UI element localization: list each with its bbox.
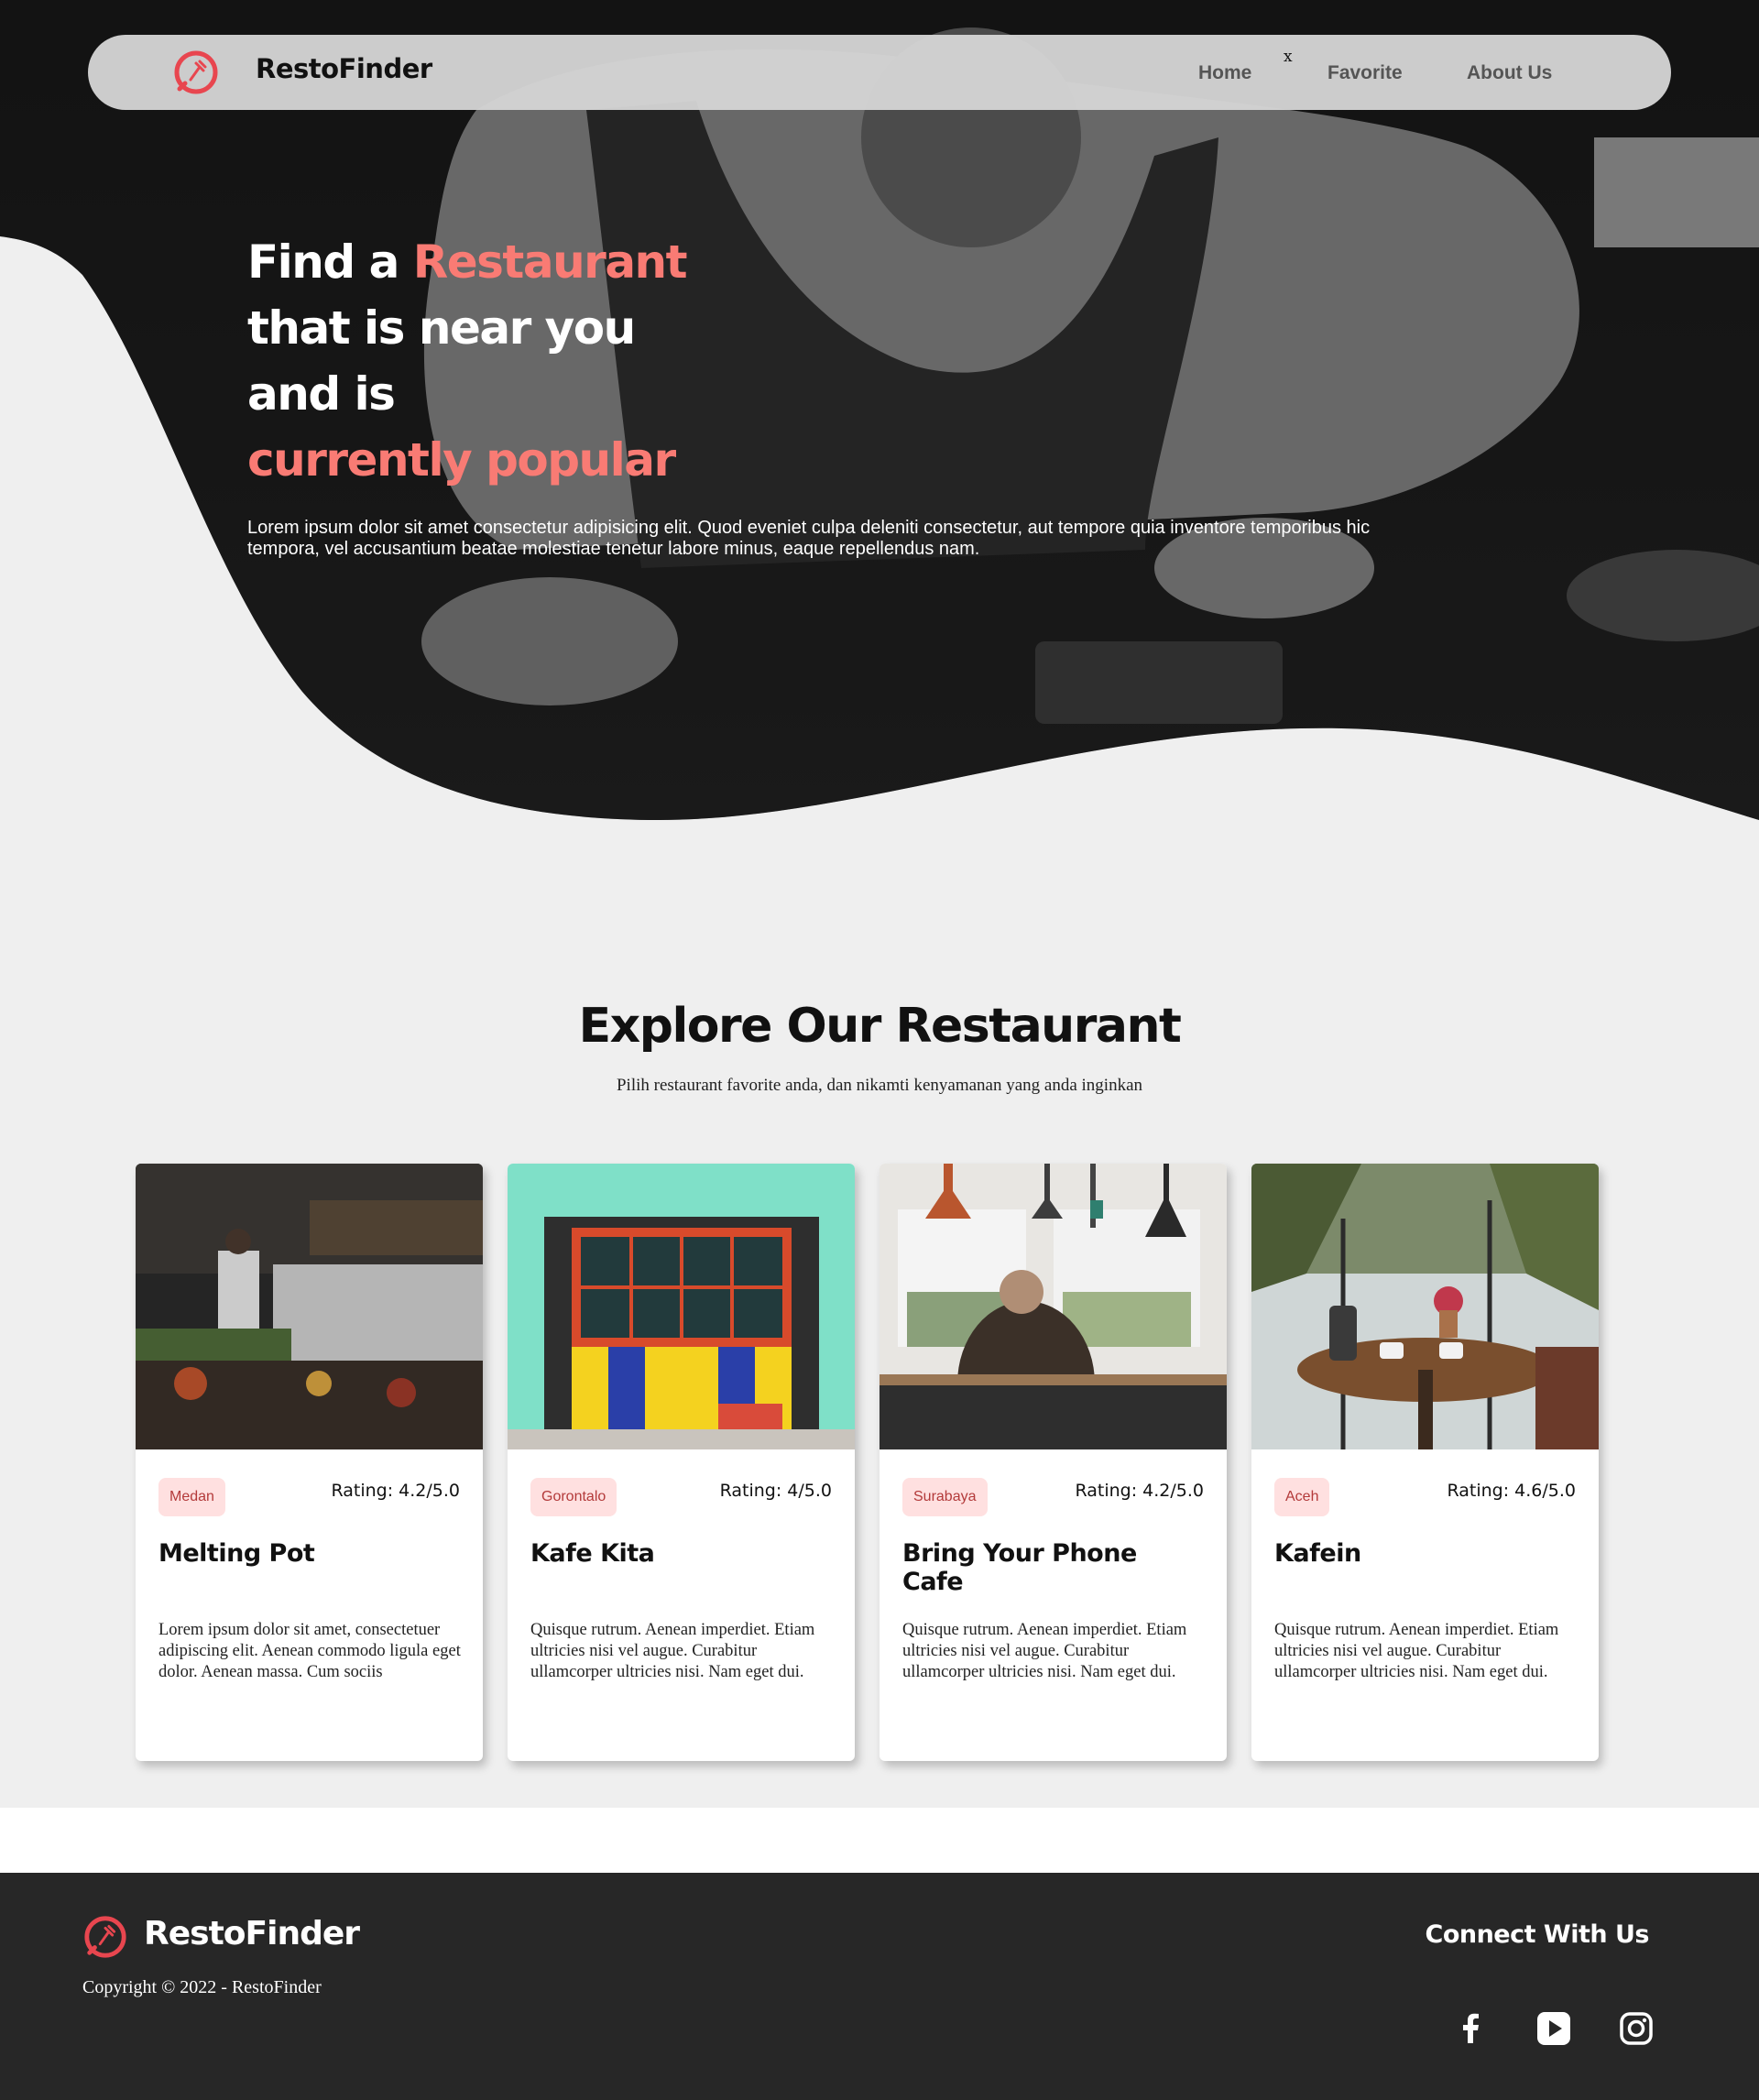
- city-badge: Medan: [158, 1478, 225, 1516]
- restaurant-name[interactable]: Kafe Kita: [530, 1539, 833, 1568]
- youtube-icon[interactable]: [1535, 2010, 1572, 2047]
- restaurant-image: [880, 1164, 1227, 1449]
- nav-link-favorite[interactable]: Favorite: [1327, 62, 1403, 84]
- city-badge: Aceh: [1274, 1478, 1330, 1516]
- fork-knife-icon[interactable]: [172, 49, 220, 96]
- hero-title: Find a Restaurant that is near you and i…: [247, 229, 760, 493]
- restaurant-description: Lorem ipsum dolor sit amet, consectetuer…: [158, 1621, 461, 1681]
- restaurant-card[interactable]: Gorontalo Rating: 4/5.0 Kafe Kita Quisqu…: [508, 1164, 855, 1761]
- instagram-icon[interactable]: [1618, 2010, 1655, 2047]
- explore-title: Explore Our Restaurant: [578, 999, 1182, 1054]
- restaurant-description: Quisque rutrum. Aenean imperdiet. Etiam …: [530, 1621, 815, 1681]
- footer: RestoFinder Copyright © 2022 - RestoFind…: [0, 1873, 1759, 2100]
- restaurant-card[interactable]: Medan Rating: 4.2/5.0 Melting Pot Lorem …: [136, 1164, 483, 1761]
- explore-subtitle: Pilih restaurant favorite anda, dan nika…: [616, 1076, 1143, 1095]
- connect-heading: Connect With Us: [1425, 1920, 1650, 1949]
- nav-link-home[interactable]: Home: [1198, 62, 1251, 84]
- hero-description: Lorem ipsum dolor sit amet consectetur a…: [247, 518, 1371, 559]
- hero-title-line3: and is: [247, 367, 396, 421]
- restaurant-image: [1251, 1164, 1599, 1449]
- restaurant-card[interactable]: Aceh Rating: 4.6/5.0 Kafein Quisque rutr…: [1251, 1164, 1599, 1761]
- nav-link-about-us[interactable]: About Us: [1467, 62, 1552, 84]
- hero-title-accent-popular: currently popular: [247, 433, 676, 487]
- nav-brand[interactable]: RestoFinder: [256, 53, 432, 84]
- close-icon[interactable]: x: [1284, 48, 1293, 66]
- footer-brand[interactable]: RestoFinder: [144, 1915, 360, 1952]
- restaurant-image: [136, 1164, 483, 1449]
- hero-title-accent-restaurant: Restaurant: [412, 235, 688, 289]
- fork-knife-icon[interactable]: [82, 1914, 128, 1960]
- hero-title-line2: that is near you: [247, 301, 636, 355]
- city-badge: Gorontalo: [530, 1478, 617, 1516]
- rating-text: Rating: 4.2/5.0: [1075, 1481, 1204, 1501]
- section-divider: [0, 1808, 1759, 1873]
- restaurant-name[interactable]: Bring Your Phone Cafe: [902, 1539, 1205, 1596]
- restaurant-description: Quisque rutrum. Aenean imperdiet. Etiam …: [902, 1621, 1187, 1681]
- rating-text: Rating: 4/5.0: [719, 1481, 832, 1501]
- hero-section: RestoFinder Home x Favorite About Us Fin…: [0, 0, 1759, 825]
- rating-text: Rating: 4.6/5.0: [1447, 1481, 1576, 1501]
- restaurant-card[interactable]: Surabaya Rating: 4.2/5.0 Bring Your Phon…: [880, 1164, 1227, 1761]
- restaurant-description: Quisque rutrum. Aenean imperdiet. Etiam …: [1274, 1621, 1559, 1681]
- navbar: RestoFinder Home x Favorite About Us: [88, 35, 1671, 110]
- restaurant-image: [508, 1164, 855, 1449]
- facebook-icon[interactable]: [1453, 2010, 1490, 2047]
- restaurant-name[interactable]: Melting Pot: [158, 1539, 461, 1568]
- footer-copyright: Copyright © 2022 - RestoFinder: [82, 1977, 322, 1997]
- restaurant-name[interactable]: Kafein: [1274, 1539, 1577, 1568]
- rating-text: Rating: 4.2/5.0: [331, 1481, 460, 1501]
- hero-title-part1: Find a: [247, 235, 413, 289]
- city-badge: Surabaya: [902, 1478, 988, 1516]
